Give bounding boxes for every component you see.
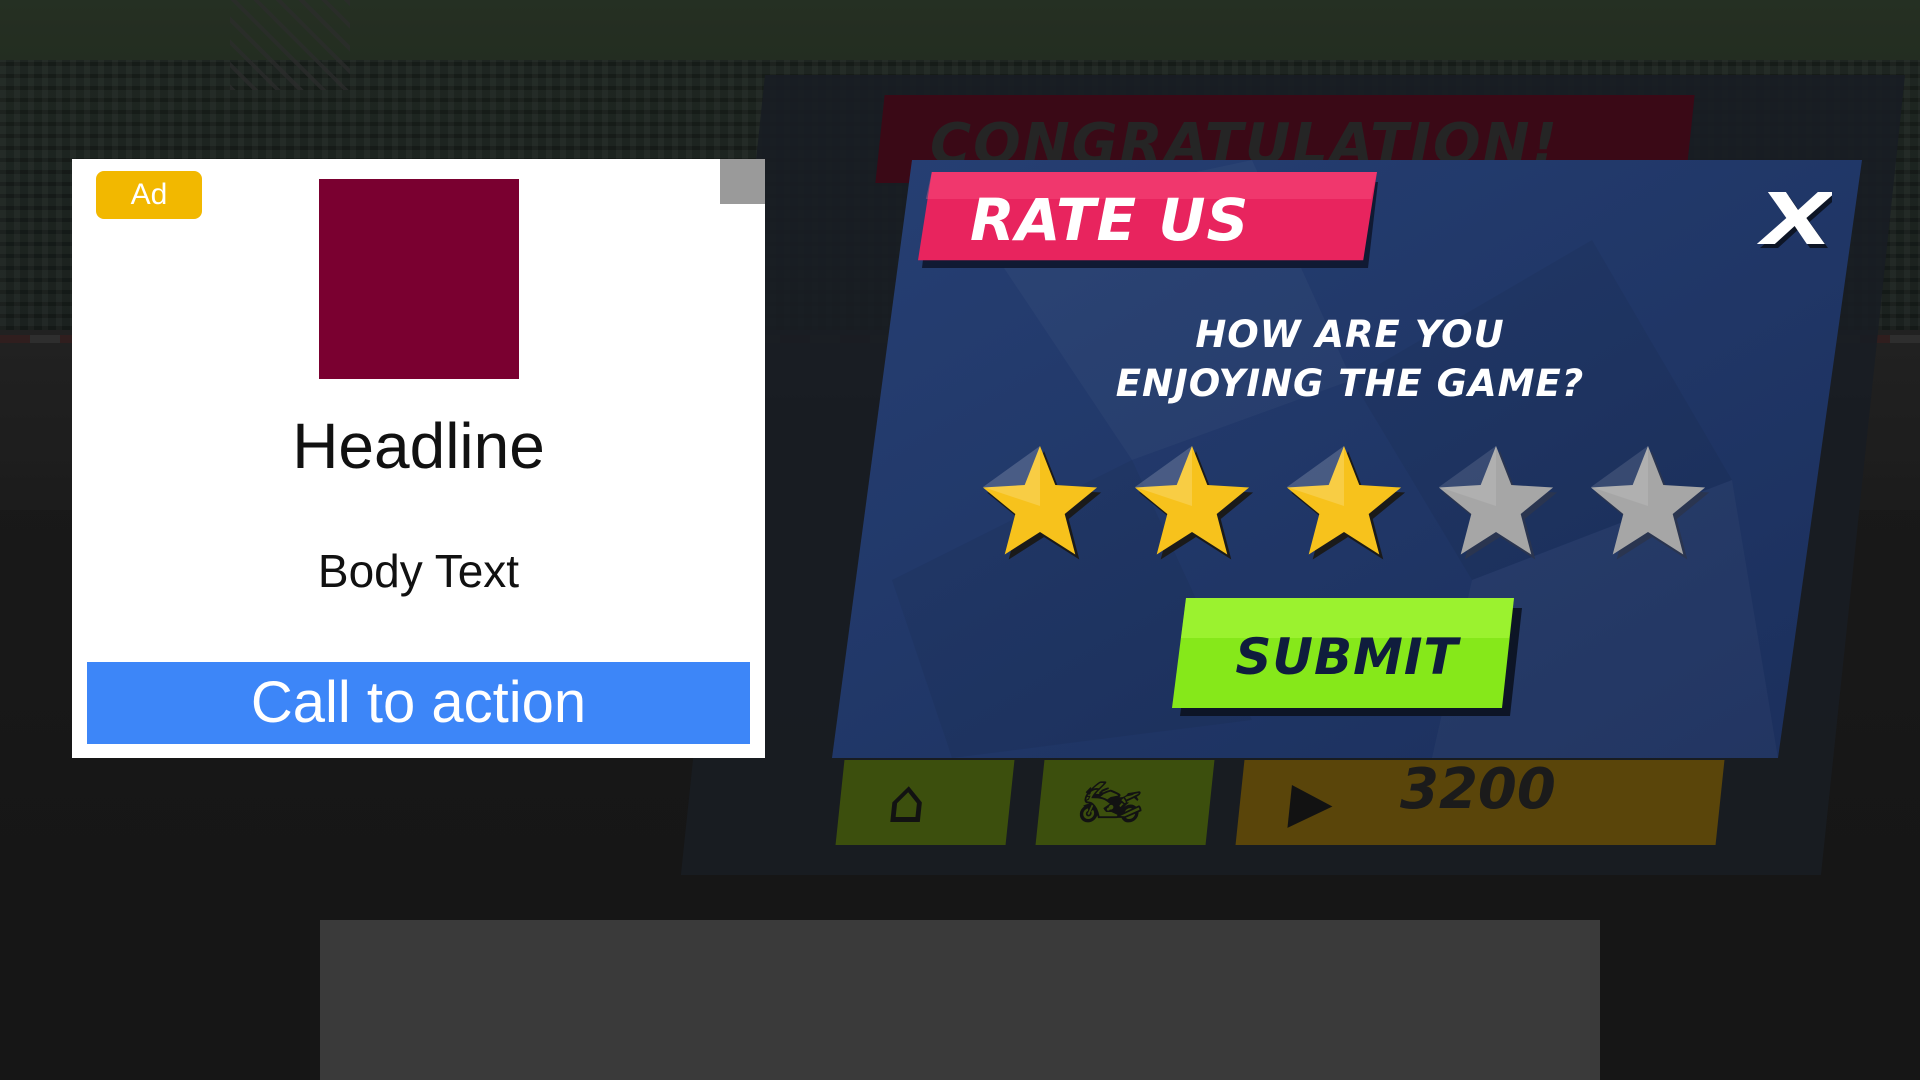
ad-close-button[interactable] (720, 159, 765, 204)
ad-body-text: Body Text (317, 545, 520, 597)
question-line-2: ENJOYING THE GAME? (1115, 362, 1585, 405)
ad-headline: Headline (292, 410, 545, 482)
native-ad-card[interactable]: Ad Headline Body Text Call to action (72, 159, 765, 758)
submit-label: SUBMIT (1235, 628, 1459, 686)
rate-us-title: RATE US (970, 186, 1250, 254)
question-line-1: HOW ARE YOU (1195, 313, 1505, 356)
rating-question: HOW ARE YOU ENJOYING THE GAME? (1080, 310, 1620, 408)
star-empty-icon[interactable] (1431, 438, 1561, 568)
star-filled-icon[interactable] (1279, 438, 1409, 568)
star-filled-icon[interactable] (1127, 438, 1257, 568)
star-empty-icon[interactable] (1583, 438, 1713, 568)
bottom-banner-ad-slot (320, 920, 1600, 1080)
star-filled-icon[interactable] (975, 438, 1105, 568)
close-x-icon[interactable] (1752, 182, 1832, 254)
ad-image[interactable] (319, 179, 519, 379)
star-rating[interactable] (975, 438, 1725, 573)
ad-badge: Ad (96, 171, 202, 219)
ad-call-to-action-button[interactable]: Call to action (87, 662, 750, 744)
